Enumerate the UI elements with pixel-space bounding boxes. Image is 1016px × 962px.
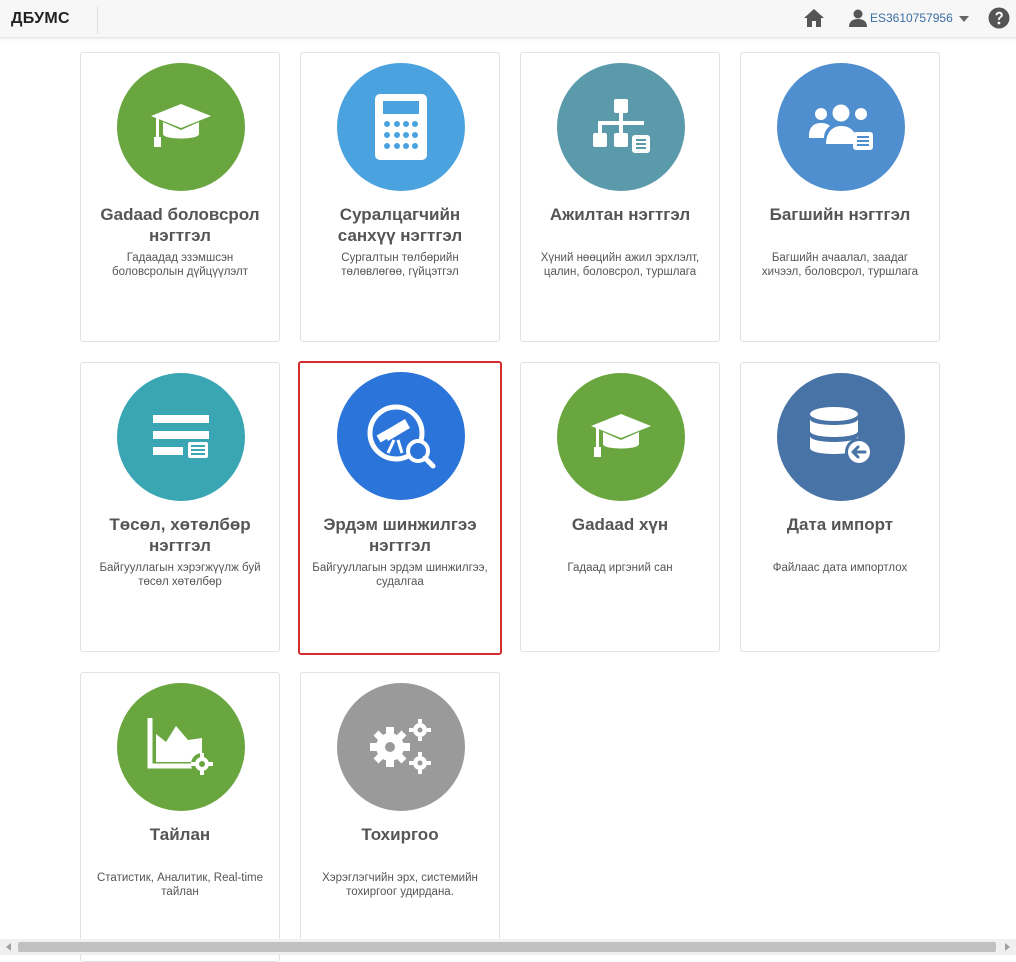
module-icon-circle [117, 683, 245, 811]
module-description: Байгууллагын эрдэм шинжилгээ, судалгаа [312, 562, 488, 588]
module-grid: Gadaad боловсрол нэгтгэл Гадаадад эзэмшс… [0, 0, 1016, 962]
module-description: Гадаад иргэний сан [567, 562, 673, 574]
module-description: Статистик, Аналитик, Real-time тайлан [96, 872, 263, 898]
module-icon-circle [117, 63, 245, 191]
module-icon-circle [117, 373, 245, 501]
module-card-teacher[interactable]: Багшийн нэгтгэл Багшийн ачаалал, заадаг … [740, 52, 940, 342]
module-title: Дата импорт [786, 515, 894, 534]
module-card-report[interactable]: Тайлан Статистик, Аналитик, Real-time та… [80, 672, 280, 962]
module-title: Багшийн нэгтгэл [769, 205, 911, 224]
module-description: Файлаас дата импортлох [772, 562, 908, 574]
org-chart-icon [593, 99, 650, 153]
module-card-staff[interactable]: Ажилтан нэгтгэл Хүний нөөцийн ажил эрхлэ… [520, 52, 720, 342]
module-description: Хүний нөөцийн ажил эрхлэлт, цалин, болов… [540, 252, 700, 278]
module-description: Гадаадад эзэмшсэн боловсролын дүйцүүлэлт [111, 252, 249, 278]
telescope-search-icon [367, 404, 436, 469]
module-card-foreign-education[interactable]: Gadaad боловсрол нэгтгэл Гадаадад эзэмшс… [80, 52, 280, 342]
users-group-icon [809, 104, 873, 150]
module-icon-circle [337, 372, 465, 500]
module-card-settings[interactable]: Тохиргоо Хэрэглэгчийн эрх, системийн тох… [300, 672, 500, 955]
list-table-icon [153, 415, 210, 459]
module-icon-circle [337, 63, 465, 191]
module-title: Төсөл, хөтөлбөр нэгтгэл [109, 515, 251, 555]
scroll-left-arrow-icon[interactable] [4, 942, 14, 952]
module-card-projects[interactable]: Төсөл, хөтөлбөр нэгтгэл Байгууллагын хэр… [80, 362, 280, 652]
module-title: Тайлан [149, 825, 211, 844]
gears-icon [370, 719, 431, 774]
module-title: Суралцагчийн санхүү нэгтгэл [337, 205, 463, 245]
module-icon-circle [777, 63, 905, 191]
chart-gear-icon [147, 718, 213, 775]
module-icon-circle [557, 373, 685, 501]
module-title: Тохиргоо [361, 825, 439, 844]
module-title: Ажилтан нэгтгэл [549, 205, 691, 224]
module-title: Gadaad боловсрол нэгтгэл [100, 205, 260, 245]
scrollbar-thumb[interactable] [18, 942, 996, 952]
module-icon-circle [557, 63, 685, 191]
module-icon-circle [337, 683, 465, 811]
module-title: Gadaad хүн [571, 515, 669, 534]
module-icon-circle [777, 373, 905, 501]
graduation-cap-icon [591, 414, 651, 457]
module-description: Багшийн ачаалал, заадаг хичээл, боловсро… [761, 252, 919, 278]
module-title: Эрдэм шинжилгээ нэгтгэл [323, 515, 477, 555]
database-import-icon [810, 407, 873, 466]
module-description: Сургалтын төлбөрийн төлөвлөгөө, гүйцэтгэ… [341, 252, 459, 278]
horizontal-scrollbar[interactable] [0, 939, 1016, 955]
graduation-cap-icon [151, 104, 211, 147]
module-card-research[interactable]: Эрдэм шинжилгээ нэгтгэл Байгууллагын эрд… [298, 361, 502, 655]
scroll-right-arrow-icon[interactable] [1002, 942, 1012, 952]
module-card-foreign-person[interactable]: Gadaad хүн Гадаад иргэний сан [520, 362, 720, 652]
module-card-data-import[interactable]: Дата импорт Файлаас дата импортлох [740, 362, 940, 652]
module-card-student-finance[interactable]: Суралцагчийн санхүү нэгтгэл Сургалтын тө… [300, 52, 500, 342]
module-description: Байгууллагын хэрэгжүүлж буй төсөл хөтөлб… [99, 562, 261, 588]
module-description: Хэрэглэгчийн эрх, системийн тохиргоог уд… [322, 872, 478, 898]
calculator-icon [375, 94, 427, 160]
